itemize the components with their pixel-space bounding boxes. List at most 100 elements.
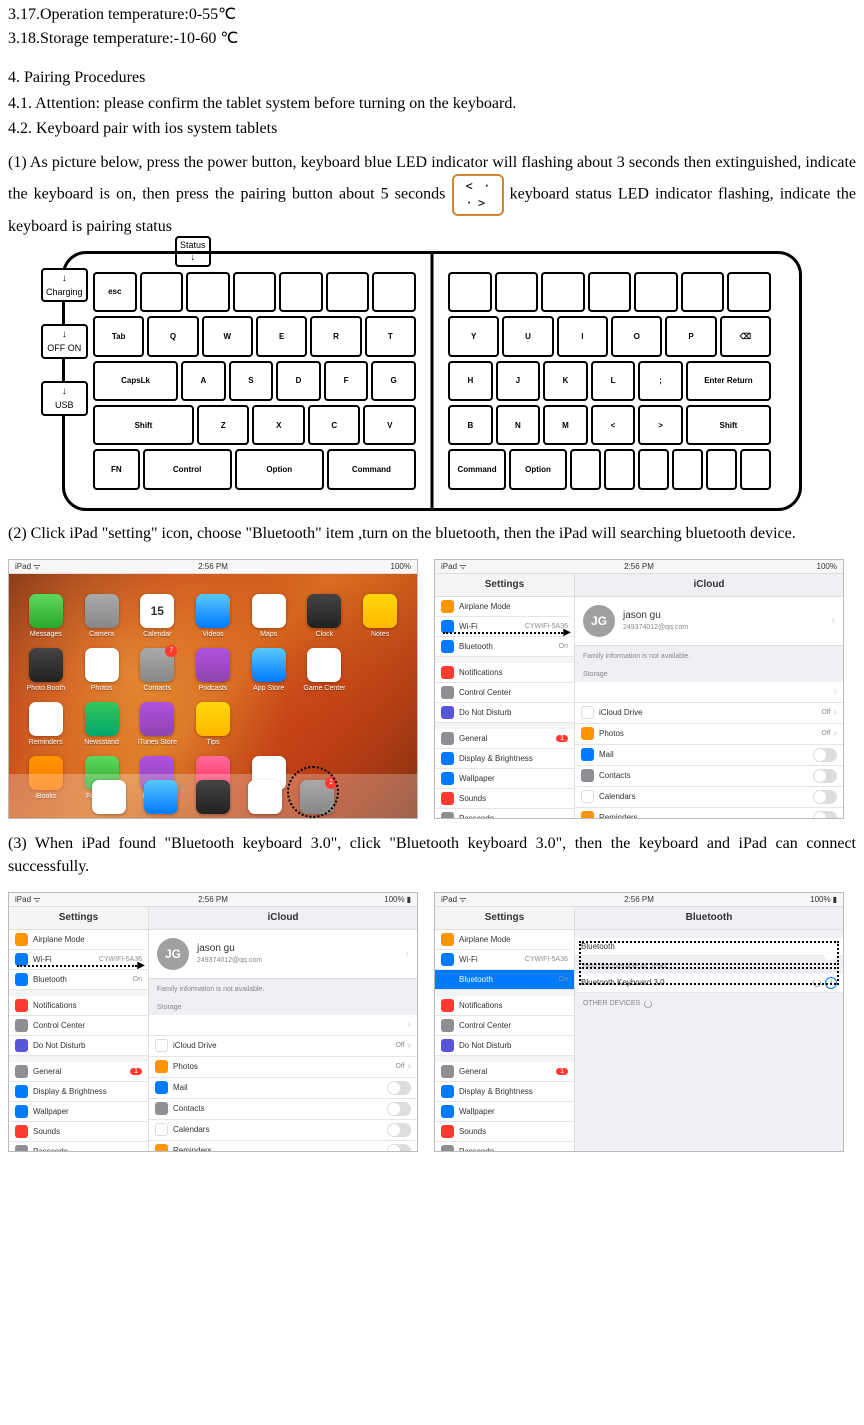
sidebar-item-bluetooth[interactable]: BluetoothOn [9,970,148,990]
sidebar-item-passcode[interactable]: Passcode [435,1142,574,1152]
sidebar-item-bluetooth[interactable]: BluetoothOn [435,637,574,657]
sidebar-item-display---brightness[interactable]: Display & Brightness [435,1082,574,1102]
icloud-item-reminders[interactable]: Reminders [149,1141,417,1152]
app-notes[interactable]: Notes [355,594,405,640]
photos-icon [581,727,594,740]
settings-highlight-circle [287,766,339,818]
sidebar-item-wallpaper[interactable]: Wallpaper [9,1102,148,1122]
app-empty [300,702,350,748]
icloud-item-contacts[interactable]: Contacts [149,1099,417,1120]
icloud-item-mail[interactable]: Mail [575,745,843,766]
app-reminders[interactable]: Reminders [21,702,71,748]
sidebar-item-airplane-mode[interactable]: Airplane Mode [435,597,574,617]
item-label: Photos [173,1061,198,1072]
app-label: Photo Booth [27,684,66,694]
app-maps[interactable]: Maps [244,594,294,640]
sidebar-item-wi-fi[interactable]: Wi-FiCYWIFI-5A36 [435,617,574,637]
sidebar-item-notifications[interactable]: Notifications [435,663,574,683]
dock-app-safari[interactable] [92,780,126,814]
app-icon [307,648,341,682]
sidebar-item-sounds[interactable]: Sounds [435,1122,574,1142]
toggle[interactable] [387,1123,411,1137]
app-clock[interactable]: Clock [300,594,350,640]
toggle[interactable] [387,1102,411,1116]
sidebar-item-bluetooth[interactable]: BluetoothOn [435,970,574,990]
app-photo-booth[interactable]: Photo Booth [21,648,71,694]
app-label: Calendar [143,630,171,640]
icloud-item-mail[interactable]: Mail [149,1078,417,1099]
icloud-profile[interactable]: JG jason gu 249374012@qq.com › [149,930,417,979]
home-screen: MessagesCamera15CalendarVideosMapsClockN… [9,574,417,819]
sidebar-item-display---brightness[interactable]: Display & Brightness [9,1082,148,1102]
app-tips[interactable]: Tips [188,702,238,748]
key: Option [235,449,324,489]
toggle[interactable] [813,748,837,762]
toggle[interactable] [387,1081,411,1095]
sidebar-item-passcode[interactable]: Passcode [9,1142,148,1152]
app-camera[interactable]: Camera [77,594,127,640]
battery-percent: 100% [384,894,404,905]
icloud-item-calendars[interactable]: Calendars [149,1120,417,1141]
key: Command [448,449,506,489]
app-app-store[interactable]: App Store [244,648,294,694]
toggle[interactable] [387,1144,411,1152]
key: > [638,405,683,445]
passcode-icon [441,1145,454,1152]
sidebar-item-wi-fi[interactable]: Wi-FiCYWIFI-5A36 [9,950,148,970]
toggle[interactable] [813,811,837,819]
icloud-item-calendars[interactable]: Calendars [575,787,843,808]
sidebar-item-control-center[interactable]: Control Center [435,1016,574,1036]
app-contacts[interactable]: 7Contacts [132,648,182,694]
key: Control [143,449,232,489]
app-calendar[interactable]: 15Calendar [132,594,182,640]
storage-row[interactable]: › [149,1015,417,1036]
dock-app-mail[interactable] [144,780,178,814]
sidebar-item-passcode[interactable]: Passcode [435,809,574,819]
sidebar-item-display---brightness[interactable]: Display & Brightness [435,749,574,769]
app-videos[interactable]: Videos [188,594,238,640]
sidebar-item-do-not-disturb[interactable]: Do Not Disturb [435,703,574,723]
key [495,272,539,312]
icloud-item-photos[interactable]: PhotosOff› [575,724,843,745]
app-photos[interactable]: Photos [77,648,127,694]
family-note: Family information is not available. [149,979,417,997]
app-newsstand[interactable]: Newsstand [77,702,127,748]
sidebar-item-label: Control Center [459,1020,511,1031]
sidebar-item-wallpaper[interactable]: Wallpaper [435,1102,574,1122]
sidebar-item-airplane-mode[interactable]: Airplane Mode [435,930,574,950]
screenshot-row-1: iPad ᯤ 2:56 PM 100% MessagesCamera15Cale… [8,559,856,819]
sidebar-item-sounds[interactable]: Sounds [9,1122,148,1142]
toggle[interactable] [813,769,837,783]
app-game-center[interactable]: Game Center [300,648,350,694]
toggle[interactable] [813,790,837,804]
storage-row[interactable]: › [575,682,843,703]
icloud-item-photos[interactable]: PhotosOff› [149,1057,417,1078]
sidebar-item-sounds[interactable]: Sounds [435,789,574,809]
dock-app-music[interactable] [248,780,282,814]
sidebar-item-notifications[interactable]: Notifications [435,996,574,1016]
sidebar-item-control-center[interactable]: Control Center [435,683,574,703]
item-label: Mail [599,749,614,760]
sidebar-item-general[interactable]: General1 [435,729,574,749]
app-podcasts[interactable]: Podcasts [188,648,238,694]
icloud-item-contacts[interactable]: Contacts [575,766,843,787]
sidebar-item-airplane-mode[interactable]: Airplane Mode [9,930,148,950]
sidebar-item-do-not-disturb[interactable]: Do Not Disturb [435,1036,574,1056]
sidebar-item-general[interactable]: General1 [9,1062,148,1082]
passcode-icon [15,1145,28,1152]
sidebar-item-do-not-disturb[interactable]: Do Not Disturb [9,1036,148,1056]
icloud-item-icloud-drive[interactable]: iCloud DriveOff› [149,1036,417,1057]
item-label: Contacts [173,1103,205,1114]
sidebar-item-label: Airplane Mode [459,934,511,945]
app-messages[interactable]: Messages [21,594,71,640]
app-itunes-store[interactable]: iTunes Store [132,702,182,748]
sidebar-item-notifications[interactable]: Notifications [9,996,148,1016]
dock-app-videos[interactable] [196,780,230,814]
sidebar-item-wallpaper[interactable]: Wallpaper [435,769,574,789]
icloud-item-icloud-drive[interactable]: iCloud DriveOff› [575,703,843,724]
sidebar-item-control-center[interactable]: Control Center [9,1016,148,1036]
sidebar-item-general[interactable]: General1 [435,1062,574,1082]
sidebar-item-wi-fi[interactable]: Wi-FiCYWIFI-5A36 [435,950,574,970]
icloud-profile[interactable]: JG jason gu 249374012@qq.com › [575,597,843,646]
icloud-item-reminders[interactable]: Reminders [575,808,843,819]
